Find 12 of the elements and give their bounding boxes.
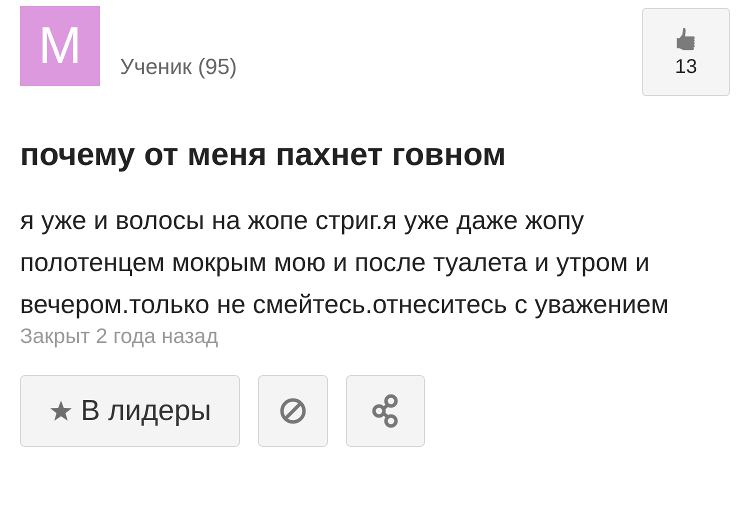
like-button[interactable]: 13 xyxy=(642,8,730,96)
share-button[interactable] xyxy=(346,375,425,447)
block-button[interactable] xyxy=(258,375,328,447)
prohibited-icon xyxy=(279,397,307,425)
star-icon xyxy=(48,399,73,423)
avatar: M xyxy=(20,6,100,86)
question-status: Закрыт 2 года назад xyxy=(20,325,220,349)
share-icon xyxy=(370,393,400,429)
question-text: я уже и волосы на жопе стриг.я уже даже жопу полотенцем мокрым мою и после туалета и утром и вечером.только не смейтесь.отнеситесь с уважением xyxy=(20,204,670,321)
question-title: почему от меня пахнет говном xyxy=(20,136,508,173)
leaders-button[interactable]: В лидеры xyxy=(20,375,240,447)
user-rank: Ученик (95) xyxy=(120,54,238,80)
